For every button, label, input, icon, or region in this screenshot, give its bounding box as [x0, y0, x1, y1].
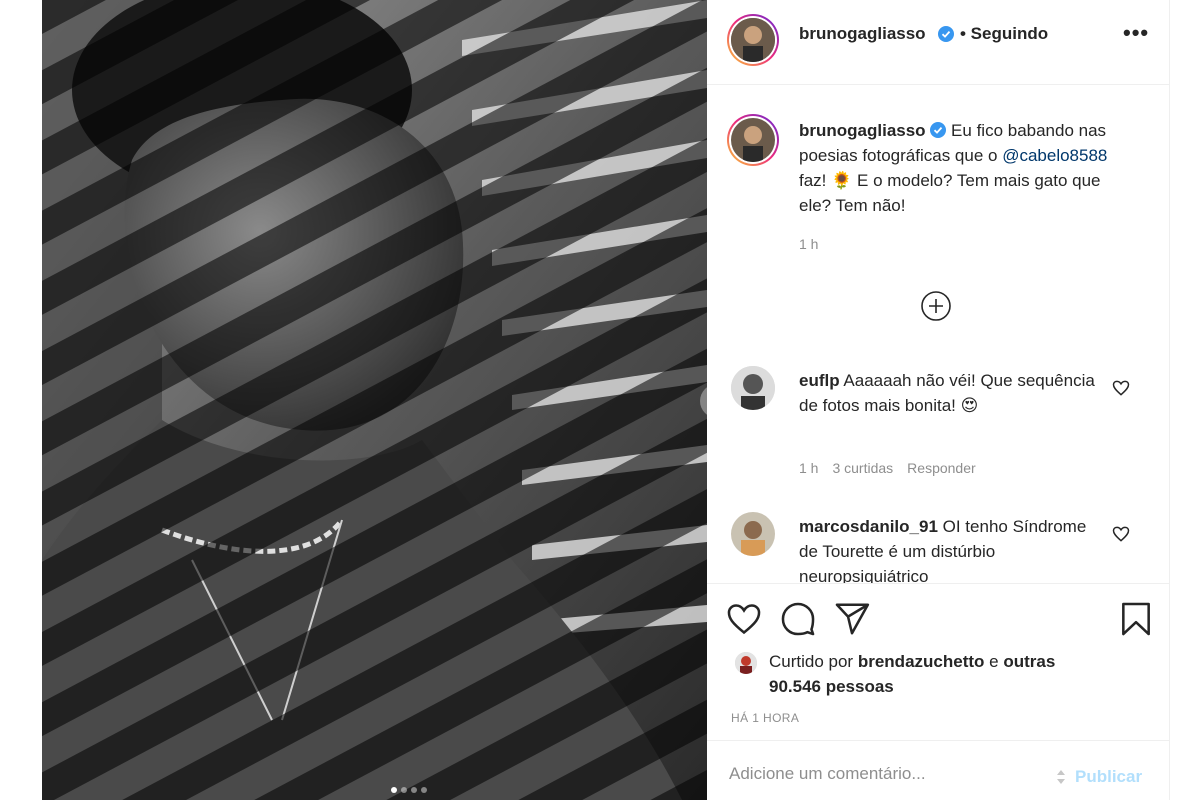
comment-username[interactable]: euflp: [799, 371, 840, 390]
heart-icon[interactable]: [1111, 524, 1131, 544]
liker-username[interactable]: brendazuchetto: [858, 652, 985, 671]
comment-timestamp: 1 h: [799, 460, 819, 476]
post-image: [42, 0, 707, 800]
bookmark-icon[interactable]: [1117, 600, 1155, 638]
carousel-dot: [421, 787, 427, 793]
comment-clip: marcosdanilo_91 OI tenho Síndrome de Tou…: [707, 500, 1170, 583]
post-actions: [725, 600, 871, 638]
comment-likes-count[interactable]: 3 curtidas: [832, 460, 893, 476]
carousel-dot: [401, 787, 407, 793]
post-timestamp[interactable]: HÁ 1 HORA: [731, 711, 799, 725]
following-button[interactable]: • Seguindo: [960, 24, 1048, 44]
commenter-avatar[interactable]: [731, 512, 775, 556]
likes-summary: Curtido por brendazuchetto e outras 90.5…: [769, 649, 1089, 699]
post-photo[interactable]: [42, 0, 707, 800]
post-details-panel: brunogagliasso • Seguindo ••• brunogagli…: [707, 0, 1170, 800]
publish-label: Publicar: [1075, 767, 1143, 786]
caption-timestamp: 1 h: [799, 236, 819, 252]
paper-plane-icon[interactable]: [833, 600, 871, 638]
comment-text: Aaaaaah não véi! Que sequência de fotos …: [799, 371, 1095, 415]
plus-circle-icon[interactable]: [920, 290, 952, 322]
comment-item: marcosdanilo_91 OI tenho Síndrome de Tou…: [799, 514, 1109, 583]
stepper-icon: [1057, 770, 1065, 784]
reply-button[interactable]: Responder: [907, 460, 976, 476]
likes-prefix: Curtido por: [769, 652, 854, 671]
likes-joiner: e: [989, 652, 999, 671]
divider: [707, 583, 1170, 584]
carousel-dot: [391, 787, 397, 793]
publish-button[interactable]: Publicar: [1053, 767, 1142, 787]
author-username[interactable]: brunogagliasso: [799, 24, 926, 44]
commenter-avatar[interactable]: [731, 366, 775, 410]
verified-badge-icon: [930, 122, 947, 138]
post-header: brunogagliasso • Seguindo •••: [707, 0, 1170, 85]
comment-username[interactable]: marcosdanilo_91: [799, 517, 938, 536]
carousel-indicator: [391, 787, 427, 793]
heart-icon[interactable]: [725, 600, 763, 638]
add-comment-bar: Publicar: [707, 740, 1170, 800]
heart-icon[interactable]: [1111, 378, 1131, 398]
more-options-button[interactable]: •••: [1123, 20, 1149, 46]
carousel-dot: [411, 787, 417, 793]
author-avatar[interactable]: [731, 18, 775, 62]
comment-item: euflp Aaaaaah não véi! Que sequência de …: [799, 368, 1109, 418]
liker-avatar[interactable]: [735, 652, 757, 674]
comment-meta: 1 h 3 curtidas Responder: [799, 460, 976, 476]
caption-username[interactable]: brunogagliasso: [799, 121, 926, 140]
comment-input[interactable]: [729, 761, 1029, 787]
caption-text-continued: faz! 🌻 E o modelo? Tem mais gato que ele…: [799, 171, 1101, 215]
caption-mention-link[interactable]: @cabelo8588: [1002, 146, 1107, 165]
caption-avatar[interactable]: [731, 118, 775, 162]
post-caption: brunogagliasso Eu fico babando nas poesi…: [799, 118, 1109, 257]
comment-icon[interactable]: [779, 600, 817, 638]
verified-badge-icon: [938, 26, 954, 42]
